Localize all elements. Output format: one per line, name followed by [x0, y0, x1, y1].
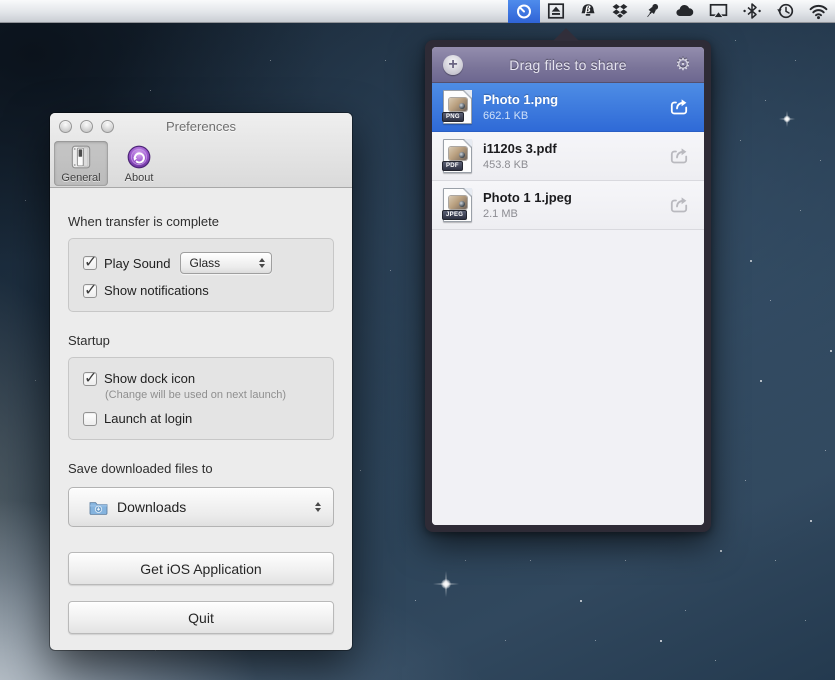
popover-arrow — [553, 28, 579, 41]
about-icon — [126, 144, 152, 170]
file-info: Photo 1 1.jpeg 2.1 MB — [483, 190, 666, 220]
transfer-group-box: Play Sound Glass Show notifications — [68, 238, 334, 312]
zoom-button[interactable] — [101, 120, 114, 133]
file-list: PNG Photo 1.png 662.1 KB PDF — [432, 83, 704, 525]
menubar-wifi-icon[interactable] — [802, 0, 835, 23]
file-type-badge: JPEG — [442, 210, 467, 220]
share-icon — [668, 146, 690, 166]
file-name: i1120s 3.pdf — [483, 141, 666, 157]
menubar-dropbox-icon[interactable] — [604, 0, 636, 23]
traffic-lights — [59, 120, 114, 133]
menubar-bell-beta-icon[interactable]: β — [572, 0, 604, 23]
sound-popup-value: Glass — [190, 256, 251, 270]
launch-at-login-label: Launch at login — [104, 411, 192, 426]
bright-star — [780, 112, 794, 126]
file-size: 453.8 KB — [483, 159, 666, 171]
tab-about[interactable]: About — [112, 141, 166, 186]
popover-header: + Drag files to share ⚙ — [432, 47, 704, 83]
dock-icon-note: (Change will be used on next launch) — [105, 389, 319, 401]
share-file-button[interactable] — [666, 144, 692, 168]
timer-icon — [514, 1, 534, 21]
popup-updown-icon — [259, 258, 265, 268]
popover-body: + Drag files to share ⚙ PNG Photo 1.png … — [432, 47, 704, 525]
bright-star — [437, 575, 455, 593]
close-button[interactable] — [59, 120, 72, 133]
file-type-badge: PDF — [442, 161, 463, 171]
file-type-badge: PNG — [442, 112, 464, 122]
show-dock-icon-checkbox[interactable] — [83, 372, 97, 386]
notifications-row: Show notifications — [83, 283, 319, 298]
menubar-eject-icon[interactable] — [540, 0, 572, 23]
svg-text:β: β — [584, 5, 591, 15]
get-ios-application-button[interactable]: Get iOS Application — [68, 552, 334, 585]
show-dock-icon-label: Show dock icon — [104, 371, 195, 386]
preferences-content: When transfer is complete Play Sound Gla… — [50, 188, 352, 634]
bell-beta-icon: β — [578, 1, 598, 21]
save-folder-value: Downloads — [117, 499, 307, 515]
tab-about-label: About — [125, 172, 154, 184]
file-type-icon: PDF — [443, 139, 472, 173]
airplay-icon — [708, 1, 729, 21]
save-section-heading: Save downloaded files to — [68, 461, 334, 476]
bluetooth-icon — [741, 1, 763, 21]
show-notifications-checkbox[interactable] — [83, 284, 97, 298]
file-name: Photo 1.png — [483, 92, 666, 108]
share-file-button[interactable] — [666, 193, 692, 217]
startup-section-heading: Startup — [68, 333, 334, 348]
preferences-window: Preferences General — [50, 113, 352, 650]
share-icon — [668, 195, 690, 215]
tab-general[interactable]: General — [54, 141, 108, 186]
file-type-icon: PNG — [443, 90, 472, 124]
cloud-icon — [674, 1, 696, 21]
file-type-icon: JPEG — [443, 188, 472, 222]
dock-icon-row: Show dock icon — [83, 371, 319, 386]
title-bar[interactable]: Preferences — [50, 113, 352, 140]
menubar-app-timer-icon[interactable] — [508, 0, 540, 23]
downloads-folder-icon — [89, 500, 108, 515]
window-header: Preferences General — [50, 113, 352, 188]
file-info: Photo 1.png 662.1 KB — [483, 92, 666, 122]
share-icon — [668, 97, 690, 117]
quit-button[interactable]: Quit — [68, 601, 334, 634]
settings-gear-icon[interactable]: ⚙ — [672, 54, 694, 76]
preferences-toolbar: General About — [54, 141, 166, 186]
menubar-cloud-icon[interactable] — [668, 0, 702, 23]
menubar-bluetooth-transfer-icon[interactable] — [735, 0, 769, 23]
startup-group-box: Show dock icon (Change will be used on n… — [68, 357, 334, 440]
file-row[interactable]: PDF i1120s 3.pdf 453.8 KB — [432, 132, 704, 181]
file-row[interactable]: PNG Photo 1.png 662.1 KB — [432, 83, 704, 132]
play-sound-row: Play Sound Glass — [83, 252, 319, 274]
share-popover: + Drag files to share ⚙ PNG Photo 1.png … — [425, 40, 711, 532]
minimize-button[interactable] — [80, 120, 93, 133]
save-folder-popup-button[interactable]: Downloads — [68, 487, 334, 527]
add-file-button[interactable]: + — [443, 55, 463, 75]
pin-icon — [642, 1, 662, 21]
switch-icon — [68, 144, 94, 170]
dropbox-icon — [610, 1, 630, 21]
file-size: 662.1 KB — [483, 110, 666, 122]
launch-login-row: Launch at login — [83, 411, 319, 426]
file-size: 2.1 MB — [483, 208, 666, 220]
menubar-airplay-icon[interactable] — [702, 0, 735, 23]
share-file-button[interactable] — [666, 95, 692, 119]
file-row[interactable]: JPEG Photo 1 1.jpeg 2.1 MB — [432, 181, 704, 230]
menubar-pin-icon[interactable] — [636, 0, 668, 23]
file-info: i1120s 3.pdf 453.8 KB — [483, 141, 666, 171]
launch-at-login-checkbox[interactable] — [83, 412, 97, 426]
popup-updown-icon — [315, 502, 321, 512]
play-sound-checkbox[interactable] — [83, 256, 97, 270]
file-name: Photo 1 1.jpeg — [483, 190, 666, 206]
time-machine-icon — [775, 1, 796, 21]
menu-bar: β — [0, 0, 835, 23]
popover-title: Drag files to share — [432, 57, 704, 73]
eject-icon — [546, 1, 566, 21]
play-sound-label: Play Sound — [104, 256, 171, 271]
wifi-icon — [808, 1, 829, 21]
menubar-time-machine-icon[interactable] — [769, 0, 802, 23]
tab-general-label: General — [61, 172, 100, 184]
sound-popup-button[interactable]: Glass — [180, 252, 272, 274]
transfer-section-heading: When transfer is complete — [68, 214, 334, 229]
show-notifications-label: Show notifications — [104, 283, 209, 298]
